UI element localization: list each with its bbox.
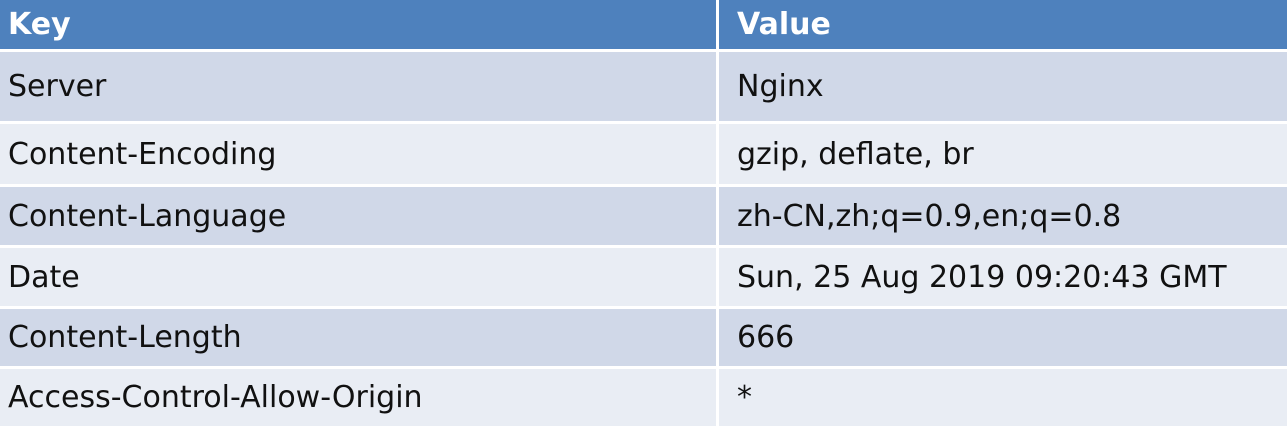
value-cell: Sun, 25 Aug 2019 09:20:43 GMT	[716, 248, 1287, 309]
value-cell: zh-CN,zh;q=0.9,en;q=0.8	[716, 187, 1287, 248]
key-cell: Content-Encoding	[0, 124, 716, 187]
table-row: Content-Language zh-CN,zh;q=0.9,en;q=0.8	[0, 187, 1287, 248]
table-row: Content-Length 666	[0, 309, 1287, 369]
key-cell: Access-Control-Allow-Origin	[0, 369, 716, 429]
value-cell: gzip, deflate, br	[716, 124, 1287, 187]
column-header-key: Key	[0, 0, 716, 52]
header-table-container: Key Value Server Nginx Content-Encoding …	[0, 0, 1287, 430]
key-cell: Date	[0, 248, 716, 309]
table-row: Content-Encoding gzip, deflate, br	[0, 124, 1287, 187]
value-cell: *	[716, 369, 1287, 429]
table-row: Date Sun, 25 Aug 2019 09:20:43 GMT	[0, 248, 1287, 309]
http-headers-table: Key Value Server Nginx Content-Encoding …	[0, 0, 1287, 429]
value-cell: Nginx	[716, 52, 1287, 124]
table-row: Server Nginx	[0, 52, 1287, 124]
key-cell: Server	[0, 52, 716, 124]
value-cell: 666	[716, 309, 1287, 369]
table-row: Access-Control-Allow-Origin *	[0, 369, 1287, 429]
column-header-value: Value	[716, 0, 1287, 52]
table-header-row: Key Value	[0, 0, 1287, 52]
key-cell: Content-Language	[0, 187, 716, 248]
key-cell: Content-Length	[0, 309, 716, 369]
